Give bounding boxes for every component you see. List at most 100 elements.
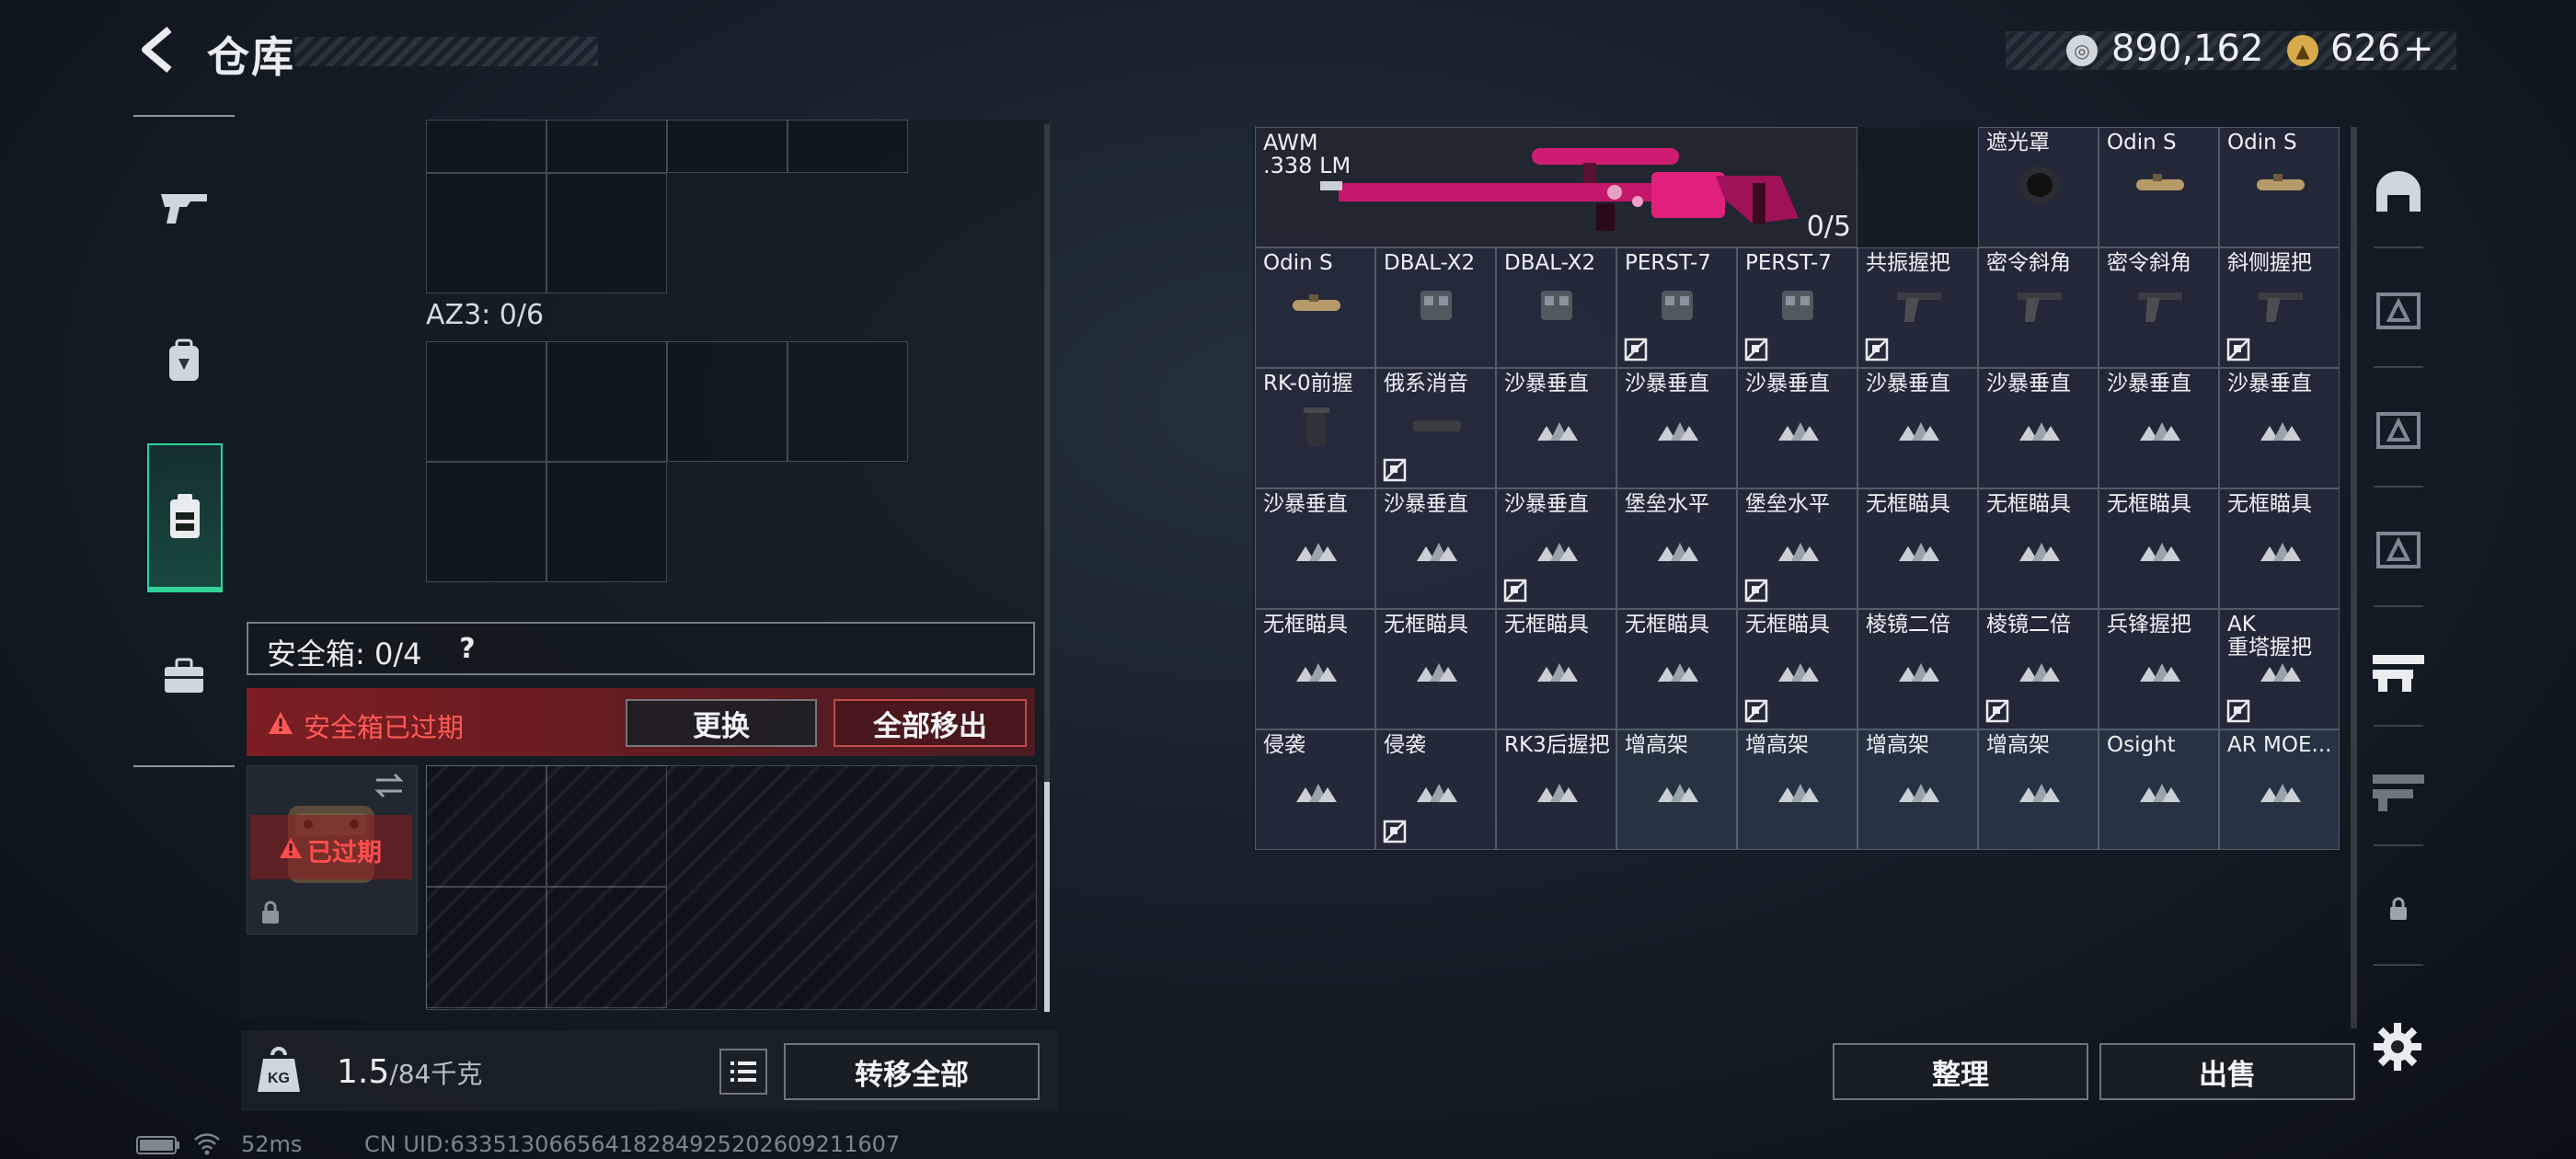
nav-backpack[interactable] [133,296,235,425]
safe-box-cell[interactable] [546,887,667,1008]
filter-armor[interactable] [2363,256,2434,366]
inventory-slot[interactable]: 无框瞄具 [2219,488,2340,609]
inventory-slot[interactable]: 侵袭 [1375,729,1496,850]
inventory-slot[interactable]: 无框瞄具 [1616,609,1737,729]
inventory-slot[interactable]: 沙暴垂直 [2099,368,2219,488]
storage-cell[interactable] [546,173,667,293]
list-view-icon[interactable] [719,1049,767,1095]
inventory-slot[interactable]: 兵锋握把 [2099,609,2219,729]
organize-button[interactable]: 整理 [1833,1043,2088,1100]
storage-scroll-thumb[interactable] [1044,782,1050,1012]
inventory-slot[interactable]: 沙暴垂直 [1255,488,1375,609]
transfer-all-button[interactable]: 转移全部 [784,1043,1040,1100]
inventory-slot[interactable]: 沙暴垂直 [1375,488,1496,609]
no-modify-icon [1503,579,1527,602]
add-currency-button[interactable]: + [2403,28,2434,70]
storage-cell[interactable] [426,173,546,293]
inventory-slot[interactable]: 沙暴垂直 [2219,368,2340,488]
inventory-slot[interactable]: 侵袭 [1255,729,1375,850]
nav-weapons[interactable] [133,143,235,271]
inventory-slot[interactable]: DBAL-X2 [1496,247,1616,368]
inventory-slot[interactable]: 斜侧握把 [2219,247,2340,368]
inventory-slot[interactable]: 沙暴垂直 [1496,368,1616,488]
slot-label: DBAL-X2 [1384,251,1476,275]
inventory-slot[interactable]: 共振握把 [1857,247,1978,368]
inventory-slot[interactable]: AK 重塔握把 [2219,609,2340,729]
filter-locked[interactable] [2363,854,2434,964]
inventory-slot[interactable]: 无框瞄具 [1857,488,1978,609]
az3-cell[interactable] [426,462,546,582]
inventory-slot[interactable]: 无框瞄具 [1255,609,1375,729]
safe-box-cell[interactable] [426,765,546,887]
inventory-slot[interactable]: PERST-7 [1616,247,1737,368]
inventory-slot[interactable]: Osight [2099,729,2219,850]
inventory-slot[interactable]: 遮光罩 [1978,127,2099,247]
nav-storage[interactable] [147,443,223,592]
inventory-slot[interactable]: DBAL-X2 [1375,247,1496,368]
sell-button[interactable]: 出售 [2099,1043,2355,1100]
inventory-slot[interactable]: Odin S [2219,127,2340,247]
az3-cell[interactable] [788,341,908,462]
inventory-slot[interactable]: 无框瞄具 [1737,609,1857,729]
placeholder-icon [1537,543,1578,561]
inventory-slot[interactable]: 沙暴垂直 [1496,488,1616,609]
inventory-slot[interactable]: Odin S [2099,127,2219,247]
filter-helmet[interactable] [2363,136,2434,247]
inventory-slot[interactable]: 沙暴垂直 [1616,368,1737,488]
swap-icon[interactable] [373,773,406,798]
filter-chest-rig[interactable] [2363,375,2434,486]
storage-cell[interactable] [788,120,908,173]
inventory-slot[interactable]: 增高架 [1857,729,1978,850]
no-modify-icon [1744,338,1768,361]
slot-label: RK-0前握 [1263,372,1353,396]
replace-button[interactable]: 更换 [626,699,817,747]
grip-icon [1897,293,1941,322]
placeholder-icon [2140,543,2180,561]
inventory-slot[interactable]: 无框瞄具 [1375,609,1496,729]
inventory-slot[interactable]: 增高架 [1737,729,1857,850]
inventory-slot[interactable]: 无框瞄具 [1978,488,2099,609]
inventory-slot[interactable]: 增高架 [1616,729,1737,850]
chest-rig-icon [2376,412,2421,449]
inventory-slot[interactable]: 增高架 [1978,729,2099,850]
inventory-slot[interactable]: 沙暴垂直 [1857,368,1978,488]
inventory-slot[interactable]: 堡垒水平 [1737,488,1857,609]
az3-cell[interactable] [546,462,667,582]
placeholder-icon [1417,543,1457,561]
awm-weapon-slot[interactable]: AWM .338 LM 0/5 [1255,127,1857,247]
inventory-slot[interactable]: AR MOE... [2219,729,2340,850]
filter-attachments[interactable] [2363,614,2434,725]
storage-cell[interactable] [667,120,788,173]
slot-label: Odin S [2227,131,2297,155]
inventory-slot[interactable]: 棱镜二倍 [1857,609,1978,729]
gear-icon[interactable] [2372,1021,2423,1073]
inventory-slot[interactable]: RK3后握把 [1496,729,1616,850]
inventory-slot[interactable]: 棱镜二倍 [1978,609,2099,729]
storage-cell[interactable] [426,120,546,173]
inventory-slot[interactable]: 沙暴垂直 [1978,368,2099,488]
inventory-slot[interactable]: PERST-7 [1737,247,1857,368]
inventory-slot[interactable]: 俄系消音 [1375,368,1496,488]
inventory-slot[interactable]: 密令斜角 [1978,247,2099,368]
inventory-scrollbar[interactable] [2351,127,2357,1028]
slot-label: 沙暴垂直 [1504,372,1589,396]
help-icon[interactable]: ? [454,633,481,666]
inventory-slot[interactable]: 密令斜角 [2099,247,2219,368]
inventory-slot[interactable]: RK-0前握 [1255,368,1375,488]
inventory-slot[interactable]: 无框瞄具 [1496,609,1616,729]
filter-backpack[interactable] [2363,495,2434,605]
az3-cell[interactable] [546,341,667,462]
az3-cell[interactable] [426,341,546,462]
filter-weapons[interactable] [2363,734,2434,844]
back-arrow-icon[interactable] [138,26,178,74]
safe-box-cell[interactable] [546,765,667,887]
inventory-slot[interactable]: 沙暴垂直 [1737,368,1857,488]
remove-all-button[interactable]: 全部移出 [834,699,1027,747]
az3-cell[interactable] [667,341,788,462]
safe-box-cell[interactable] [426,887,546,1008]
storage-cell[interactable] [546,120,667,173]
inventory-slot[interactable]: 堡垒水平 [1616,488,1737,609]
inventory-slot[interactable]: 无框瞄具 [2099,488,2219,609]
nav-toolbox[interactable] [133,612,235,740]
inventory-slot[interactable]: Odin S [1255,247,1375,368]
